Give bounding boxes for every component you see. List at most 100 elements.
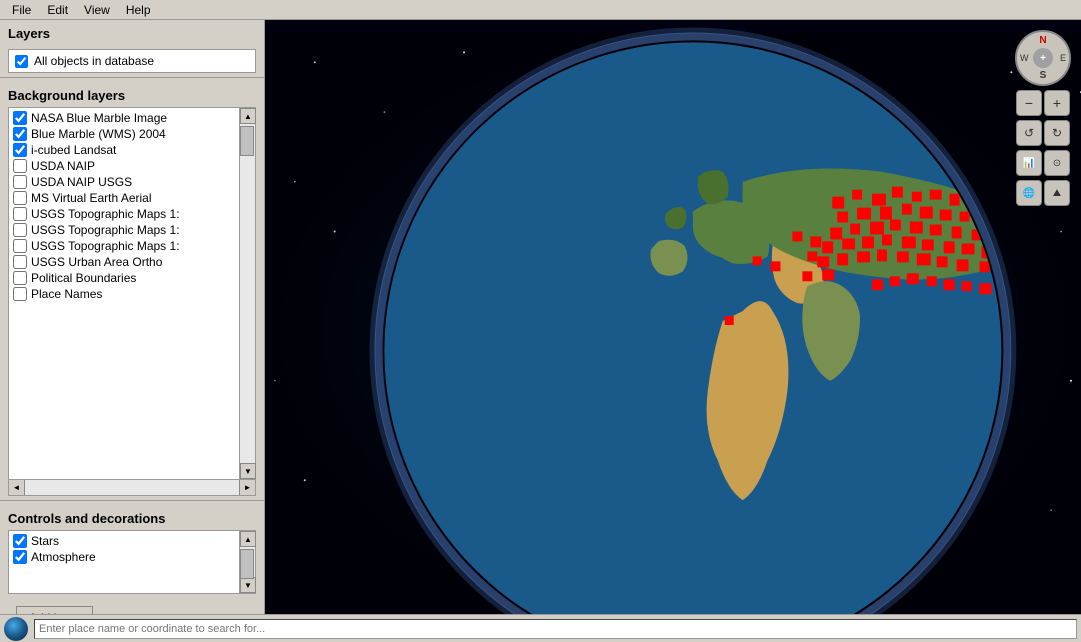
bg-layer-item: MS Virtual Earth Aerial [11,190,237,206]
map-area[interactable]: N S E W + − + ↺ ↻ 📊 ⊙ � [265,20,1081,642]
bg-layer-checkbox[interactable] [13,223,27,237]
bg-layer-item: USGS Topographic Maps 1: [11,222,237,238]
view-controls-1: 📊 ⊙ [1016,150,1070,176]
bg-layer-label: Place Names [31,287,102,301]
bg-layer-checkbox[interactable] [13,127,27,141]
bg-layers-section: Background layers NASA Blue Marble Image… [0,82,264,505]
zoom-in-button[interactable]: + [1044,90,1070,116]
flat-view-button[interactable]: ⊙ [1044,150,1070,176]
earth-globe [265,20,1081,642]
controls-scroll-up[interactable]: ▲ [240,531,256,547]
all-objects-label: All objects in database [34,54,154,68]
bg-layer-checkbox[interactable] [13,175,27,189]
scroll-thumb[interactable] [240,126,254,156]
horiz-left-arrow[interactable]: ◄ [9,480,25,495]
bottom-search-bar [0,614,1081,642]
compass-west: W [1020,53,1029,63]
bg-layer-checkbox[interactable] [13,143,27,157]
horiz-right-arrow[interactable]: ► [239,480,255,495]
tilt-view-button[interactable]: 📊 [1016,150,1042,176]
bg-layer-item: Blue Marble (WMS) 2004 [11,126,237,142]
bg-layer-label: MS Virtual Earth Aerial [31,191,152,205]
bg-layer-checkbox[interactable] [13,207,27,221]
controls-list-wrapper: Stars Atmosphere ▲ ▼ [8,530,256,594]
globe-icon [4,617,28,641]
control-item: Atmosphere [11,549,237,565]
menu-file[interactable]: File [4,1,39,19]
divider-2 [0,500,264,501]
divider-1 [0,77,264,78]
all-objects-checkbox[interactable] [15,55,28,68]
bg-layer-checkbox[interactable] [13,271,27,285]
compass-north: N [1039,35,1046,46]
zoom-out-button[interactable]: − [1016,90,1042,116]
compass-south: S [1040,70,1047,81]
bg-layer-label: Blue Marble (WMS) 2004 [31,127,166,141]
layers-section: Layers All objects in database [0,20,264,82]
controls-scroll-down[interactable]: ▼ [240,577,256,593]
control-item: Stars [11,533,237,549]
zoom-controls: − + [1016,90,1070,116]
bg-layers-scrollbar[interactable]: ▲ ▼ [239,108,255,479]
scroll-up-arrow[interactable]: ▲ [240,108,256,124]
bg-layer-label: USDA NAIP USGS [31,175,132,189]
control-checkbox[interactable] [13,550,27,564]
bg-layer-item: USDA NAIP [11,158,237,174]
controls-scroll-thumb[interactable] [240,549,254,579]
menu-help[interactable]: Help [118,1,159,19]
menubar: File Edit View Help [0,0,1081,20]
menu-view[interactable]: View [76,1,118,19]
search-input[interactable] [34,619,1077,639]
bg-layer-checkbox[interactable] [13,191,27,205]
bg-layers-list[interactable]: NASA Blue Marble Image Blue Marble (WMS) … [9,108,239,479]
bg-layer-label: i-cubed Landsat [31,143,116,157]
overview-button[interactable]: 🌐 [1016,180,1042,206]
control-label: Atmosphere [31,550,96,564]
bg-layer-label: NASA Blue Marble Image [31,111,167,125]
view-controls-2: 🌐 ⛰ [1016,180,1070,206]
menu-edit[interactable]: Edit [39,1,76,19]
bg-layer-checkbox[interactable] [13,287,27,301]
bg-layer-item: i-cubed Landsat [11,142,237,158]
bg-layer-label: USGS Urban Area Ortho [31,255,162,269]
controls-title: Controls and decorations [0,505,264,530]
bg-layers-title: Background layers [0,82,264,107]
rotate-controls: ↺ ↻ [1016,120,1070,146]
bg-layer-item: USDA NAIP USGS [11,174,237,190]
compass-control[interactable]: N S E W + [1015,30,1071,86]
horiz-track[interactable] [25,480,239,495]
nav-controls: N S E W + − + ↺ ↻ 📊 ⊙ � [1015,30,1071,206]
bg-layers-list-wrapper: NASA Blue Marble Image Blue Marble (WMS) … [8,107,256,480]
main-layout: Layers All objects in database Backgroun… [0,20,1081,642]
bg-layer-checkbox[interactable] [13,159,27,173]
rotate-cw-button[interactable]: ↻ [1044,120,1070,146]
bg-layer-checkbox[interactable] [13,239,27,253]
scroll-track[interactable] [240,124,255,463]
3d-button[interactable]: ⛰ [1044,180,1070,206]
bg-layer-item: NASA Blue Marble Image [11,110,237,126]
control-checkbox[interactable] [13,534,27,548]
controls-list: Stars Atmosphere [9,531,239,593]
bg-layer-item: Political Boundaries [11,270,237,286]
control-label: Stars [31,534,59,548]
bg-layer-label: USGS Topographic Maps 1: [31,239,180,253]
horiz-scrollbar[interactable]: ◄ ► [8,480,256,496]
bg-layer-label: USGS Topographic Maps 1: [31,223,180,237]
rotate-ccw-button[interactable]: ↺ [1016,120,1042,146]
bg-layer-checkbox[interactable] [13,255,27,269]
bg-layer-item: USGS Urban Area Ortho [11,254,237,270]
layers-title: Layers [0,20,264,45]
bg-layer-item: Place Names [11,286,237,302]
all-objects-layer: All objects in database [8,49,256,73]
bg-layer-label: USGS Topographic Maps 1: [31,207,180,221]
bg-layer-label: USDA NAIP [31,159,95,173]
compass-east: E [1060,53,1066,63]
controls-scrollbar[interactable]: ▲ ▼ [239,531,255,593]
controls-scroll-track[interactable] [240,547,255,577]
compass-center[interactable]: + [1033,48,1053,68]
scroll-down-arrow[interactable]: ▼ [240,463,256,479]
bg-layer-item: USGS Topographic Maps 1: [11,238,237,254]
bg-layer-label: Political Boundaries [31,271,136,285]
bg-layer-item: USGS Topographic Maps 1: [11,206,237,222]
bg-layer-checkbox[interactable] [13,111,27,125]
